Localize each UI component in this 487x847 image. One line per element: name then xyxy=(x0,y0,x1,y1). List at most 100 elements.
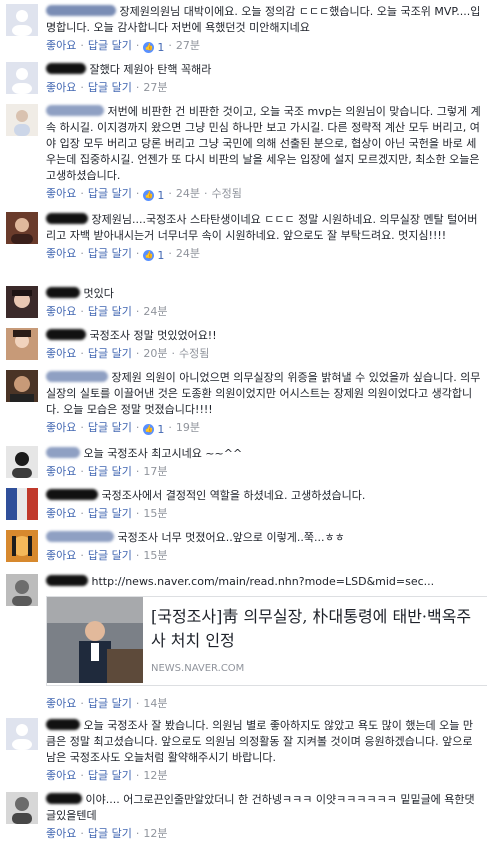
timestamp[interactable]: 15분 xyxy=(143,507,167,520)
comment-actions: 좋아요 · 답글 달기 · 20분 · 수정됨 xyxy=(46,347,210,360)
edited-label[interactable]: 수정됨 xyxy=(211,187,241,200)
commenter-name[interactable] xyxy=(46,104,104,120)
like-link[interactable]: 좋아요 xyxy=(46,421,76,434)
like-link[interactable]: 좋아요 xyxy=(46,465,76,478)
commenter-name[interactable] xyxy=(46,62,86,78)
comment-text: 장제원 의원이 아니었으면 의무실장의 위증을 밝혀낼 수 있었을까 싶습니다.… xyxy=(46,370,481,416)
like-link[interactable]: 좋아요 xyxy=(46,247,76,260)
like-link[interactable]: 좋아요 xyxy=(46,507,76,520)
thumbs-up-icon: 👍 xyxy=(143,424,155,435)
avatar[interactable] xyxy=(6,488,38,520)
commenter-name[interactable] xyxy=(46,446,80,462)
reply-link[interactable]: 답글 달기 xyxy=(88,347,132,360)
comment-text: 장제원의원님 대박이에요. 오늘 정의감 ㄷㄷㄷ했습니다. 오늘 국조위 MVP… xyxy=(46,4,481,34)
like-link[interactable]: 좋아요 xyxy=(46,39,76,52)
commenter-name[interactable] xyxy=(46,530,114,546)
reply-link[interactable]: 답글 달기 xyxy=(88,421,132,434)
like-link[interactable]: 좋아요 xyxy=(46,305,76,318)
comment-actions: 좋아요 · 답글 달기 · 15분 xyxy=(46,507,168,520)
link-url[interactable]: http://news.naver.com/main/read.nhn?mode… xyxy=(92,575,435,588)
avatar[interactable] xyxy=(6,574,38,606)
timestamp[interactable]: 27분 xyxy=(176,39,200,52)
reply-link[interactable]: 답글 달기 xyxy=(88,187,132,200)
timestamp[interactable]: 24분 xyxy=(176,187,200,200)
commenter-name[interactable] xyxy=(46,212,88,228)
like-link[interactable]: 좋아요 xyxy=(46,769,76,782)
comment-actions: 좋아요 · 답글 달기 · 👍 1 · 24분 · 수정됨 xyxy=(46,187,242,204)
timestamp[interactable]: 24분 xyxy=(176,247,200,260)
timestamp[interactable]: 24분 xyxy=(143,305,167,318)
thumbs-up-icon: 👍 xyxy=(143,42,155,53)
thumbs-up-icon: 👍 xyxy=(143,190,155,201)
link-title[interactable]: [국정조사]靑 의무실장, 朴대통령에 태반·백옥주사 처치 인정 xyxy=(151,605,481,653)
avatar[interactable] xyxy=(6,328,38,360)
comment-actions: 좋아요 · 답글 달기 · 👍 1 · 24분 xyxy=(46,247,200,264)
commenter-name[interactable] xyxy=(46,286,80,302)
link-thumbnail[interactable] xyxy=(47,597,143,683)
comment-text: 국정조사 너무 멋졌어요..앞으로 이렇게..쭉...ㅎㅎ xyxy=(46,530,481,546)
commenter-name[interactable] xyxy=(46,488,98,504)
reply-link[interactable]: 답글 달기 xyxy=(88,507,132,520)
commenter-name[interactable] xyxy=(46,792,82,808)
comment-actions: 좋아요 · 답글 달기 · 12분 xyxy=(46,827,168,840)
timestamp[interactable]: 19분 xyxy=(176,421,200,434)
avatar[interactable] xyxy=(6,212,38,244)
reply-link[interactable]: 답글 달기 xyxy=(88,549,132,562)
comment-text: 저번에 비판한 건 비판한 것이고, 오늘 국조 mvp는 의원님이 맞습니다.… xyxy=(46,104,481,182)
comment-actions: 좋아요 · 답글 달기 · 👍 1 · 19분 xyxy=(46,421,200,438)
commenter-name[interactable] xyxy=(46,718,80,734)
timestamp[interactable]: 14분 xyxy=(143,697,167,710)
timestamp[interactable]: 20분 xyxy=(143,347,167,360)
comment-text: 멋있다 xyxy=(46,286,481,302)
link-domain: NEWS.NAVER.COM xyxy=(151,663,245,674)
commenter-name[interactable] xyxy=(46,328,86,344)
timestamp[interactable]: 15분 xyxy=(143,549,167,562)
comment-text: 이야.... 어그로끈인줄만알았더니 한 건하넹ㅋㅋㅋ 이얏ㅋㅋㅋㅋㅋㅋ 밑밑글… xyxy=(46,792,475,822)
like-link[interactable]: 좋아요 xyxy=(46,827,76,840)
avatar[interactable] xyxy=(6,446,38,478)
avatar[interactable] xyxy=(6,4,38,36)
timestamp[interactable]: 27분 xyxy=(143,81,167,94)
comment-text: 국정조사 정말 멋있었어요!! xyxy=(46,328,481,344)
comment-actions: 좋아요 · 답글 달기 · 24분 xyxy=(46,305,168,318)
avatar[interactable] xyxy=(6,792,38,824)
comment-text: 오늘 국정조사 잘 봤습니다. 의원님 별로 좋아하지도 않았고 욕도 많이 했… xyxy=(46,718,474,764)
comment-actions: 좋아요 · 답글 달기 · 27분 xyxy=(46,81,168,94)
timestamp[interactable]: 12분 xyxy=(143,769,167,782)
avatar[interactable] xyxy=(6,286,38,318)
commenter-name[interactable] xyxy=(46,370,108,386)
like-count[interactable]: 👍 1 xyxy=(143,40,164,56)
comment-actions: 좋아요 · 답글 달기 · 14분 xyxy=(46,697,168,710)
like-count[interactable]: 👍 1 xyxy=(143,188,164,204)
reply-link[interactable]: 답글 달기 xyxy=(88,465,132,478)
avatar[interactable] xyxy=(6,718,38,750)
like-link[interactable]: 좋아요 xyxy=(46,187,76,200)
reply-link[interactable]: 답글 달기 xyxy=(88,81,132,94)
like-link[interactable]: 좋아요 xyxy=(46,81,76,94)
avatar[interactable] xyxy=(6,370,38,402)
avatar[interactable] xyxy=(6,62,38,94)
avatar[interactable] xyxy=(6,530,38,562)
like-link[interactable]: 좋아요 xyxy=(46,347,76,360)
timestamp[interactable]: 17분 xyxy=(143,465,167,478)
reply-link[interactable]: 답글 달기 xyxy=(88,305,132,318)
avatar[interactable] xyxy=(6,104,38,136)
reply-link[interactable]: 답글 달기 xyxy=(88,247,132,260)
comment-text: 장제원님....국정조사 스타탄생이네요 ㄷㄷㄷ 정말 시원하네요. 의무실장 … xyxy=(46,212,478,242)
link-preview-card[interactable]: [국정조사]靑 의무실장, 朴대통령에 태반·백옥주사 처치 인정 NEWS.N… xyxy=(46,596,487,686)
like-count[interactable]: 👍 1 xyxy=(143,248,164,264)
edited-label[interactable]: 수정됨 xyxy=(179,347,209,360)
reply-link[interactable]: 답글 달기 xyxy=(88,769,132,782)
like-link[interactable]: 좋아요 xyxy=(46,697,76,710)
commenter-name[interactable] xyxy=(46,574,88,590)
timestamp[interactable]: 12분 xyxy=(143,827,167,840)
comment-text: http://news.naver.com/main/read.nhn?mode… xyxy=(46,574,481,590)
reply-link[interactable]: 답글 달기 xyxy=(88,39,132,52)
comment-actions: 좋아요 · 답글 달기 · 👍 1 · 27분 xyxy=(46,39,200,56)
like-link[interactable]: 좋아요 xyxy=(46,549,76,562)
comment-actions: 좋아요 · 답글 달기 · 12분 xyxy=(46,769,168,782)
reply-link[interactable]: 답글 달기 xyxy=(88,697,132,710)
reply-link[interactable]: 답글 달기 xyxy=(88,827,132,840)
commenter-name[interactable] xyxy=(46,4,116,20)
like-count[interactable]: 👍 1 xyxy=(143,422,164,438)
